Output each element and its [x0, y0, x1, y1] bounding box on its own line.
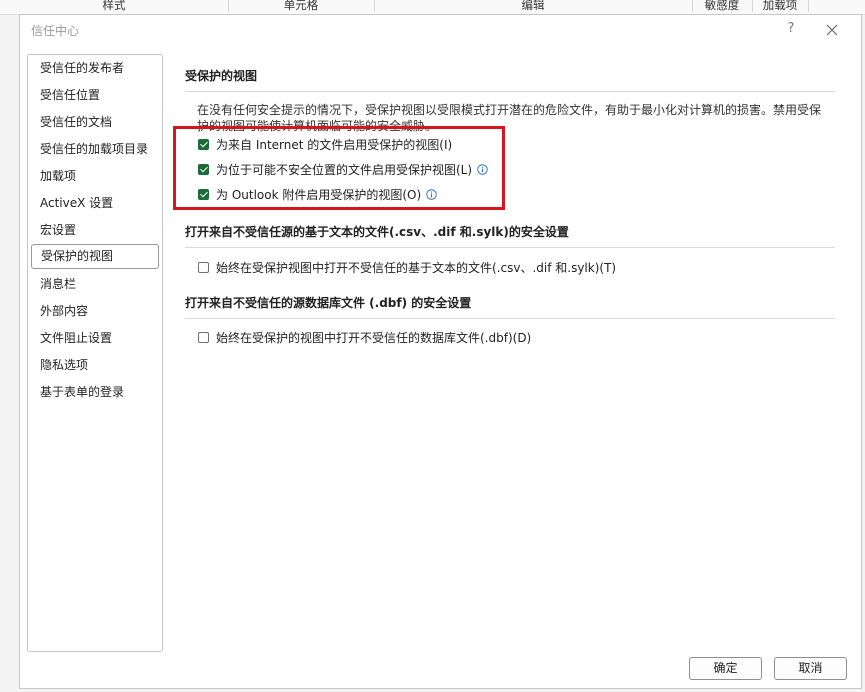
- checkbox-label: 为位于可能不安全位置的文件启用受保护视图(L): [216, 162, 473, 177]
- checkbox-label: 为 Outlook 附件启用受保护的视图(O): [216, 187, 422, 202]
- checkbox-text-files-protected[interactable]: 始终在受保护视图中打开不受信任的基于文本的文件(.csv、.dif 和.sylk…: [198, 258, 616, 276]
- info-icon[interactable]: [477, 163, 488, 175]
- main-content: 受保护的视图 在没有任何安全提示的情况下，受保护视图以受限模式打开潜在的危险文件…: [175, 15, 855, 655]
- sidebar-item-external-content[interactable]: 外部内容: [31, 299, 159, 324]
- sidebar-nav: 受信任的发布者 受信任位置 受信任的文档 受信任的加载项目录 加载项 Activ…: [27, 54, 163, 652]
- checkbox-label: 为来自 Internet 的文件启用受保护的视图(I): [216, 137, 453, 152]
- sidebar-item-trusted-locations[interactable]: 受信任位置: [31, 83, 159, 108]
- sidebar-item-privacy[interactable]: 隐私选项: [31, 353, 159, 378]
- checkbox-checked[interactable]: [198, 163, 209, 175]
- dialog-title: 信任中心: [31, 24, 80, 38]
- section-title-protected-view: 受保护的视图: [185, 69, 258, 83]
- sidebar-item-macro-settings[interactable]: 宏设置: [31, 218, 159, 243]
- checkbox-unsafe-locations[interactable]: 为位于可能不安全位置的文件启用受保护视图(L): [198, 160, 488, 178]
- trust-center-dialog: 信任中心 ? 受信任的发布者 受信任位置 受信任的文档 受信任的加载项目录 加载…: [19, 14, 862, 689]
- checkbox-label: 始终在受保护视图中打开不受信任的基于文本的文件(.csv、.dif 和.sylk…: [216, 260, 617, 275]
- ribbon-group-styles[interactable]: 样式: [0, 0, 229, 12]
- ribbon-strip: 样式 单元格 编辑 敏感度 加载项: [0, 0, 865, 15]
- ok-button[interactable]: 确定: [689, 657, 762, 680]
- checkbox-dbf-protected[interactable]: 始终在受保护的视图中打开不受信任的数据库文件(.dbf)(D): [198, 328, 531, 346]
- checkbox-outlook-attachments[interactable]: 为 Outlook 附件启用受保护的视图(O): [198, 185, 437, 203]
- checkbox-internet-files[interactable]: 为来自 Internet 的文件启用受保护的视图(I): [198, 135, 452, 153]
- checkbox-unchecked[interactable]: [198, 331, 209, 343]
- section-divider: [185, 91, 835, 92]
- sidebar-item-trusted-addin-catalogs[interactable]: 受信任的加载项目录: [31, 137, 159, 162]
- sidebar-item-message-bar[interactable]: 消息栏: [31, 272, 159, 297]
- checkbox-label: 始终在受保护的视图中打开不受信任的数据库文件(.dbf)(D): [216, 330, 532, 345]
- sidebar-item-addins[interactable]: 加载项: [31, 164, 159, 189]
- section-title-dbf-files: 打开来自不受信任的源数据库文件 (.dbf) 的安全设置: [185, 296, 472, 310]
- section-divider: [185, 318, 835, 319]
- sidebar-item-activex[interactable]: ActiveX 设置: [31, 191, 159, 216]
- checkbox-unchecked[interactable]: [198, 261, 209, 273]
- ribbon-group-addins[interactable]: 加载项: [752, 0, 809, 12]
- ribbon-group-sensitivity[interactable]: 敏感度: [692, 0, 753, 12]
- sidebar-item-trusted-publishers[interactable]: 受信任的发布者: [31, 56, 159, 81]
- checkbox-checked[interactable]: [198, 188, 209, 200]
- ribbon-group-editing[interactable]: 编辑: [374, 0, 693, 12]
- protected-view-description: 在没有任何安全提示的情况下，受保护视图以受限模式打开潜在的危险文件，有助于最小化…: [197, 103, 822, 132]
- cancel-button[interactable]: 取消: [774, 657, 847, 680]
- info-icon[interactable]: [426, 188, 437, 200]
- sidebar-item-file-block[interactable]: 文件阻止设置: [31, 326, 159, 351]
- sidebar-item-form-based-signin[interactable]: 基于表单的登录: [31, 380, 159, 405]
- sidebar-item-protected-view[interactable]: 受保护的视图: [31, 244, 159, 269]
- checkbox-checked[interactable]: [198, 138, 209, 150]
- ribbon-group-cells[interactable]: 单元格: [228, 0, 375, 12]
- section-divider: [185, 247, 835, 248]
- section-title-text-files: 打开来自不受信任源的基于文本的文件(.csv、.dif 和.sylk)的安全设置: [185, 225, 569, 239]
- sidebar-item-trusted-documents[interactable]: 受信任的文档: [31, 110, 159, 135]
